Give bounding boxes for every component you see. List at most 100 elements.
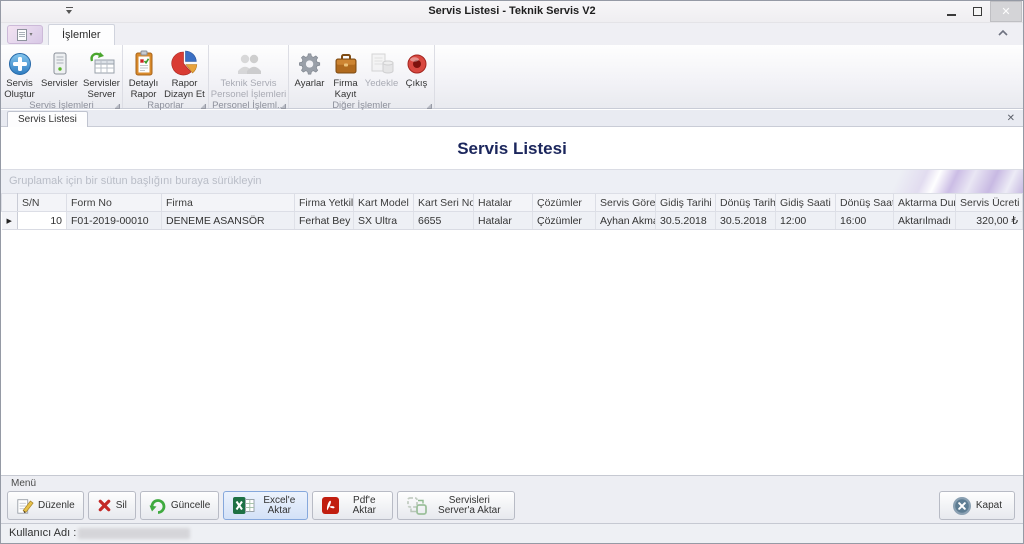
sil-button[interactable]: Sil [88, 491, 136, 520]
quick-access-dropdown-icon[interactable] [65, 6, 75, 16]
dialog-launcher-icon[interactable] [281, 104, 286, 109]
restore-icon [973, 7, 982, 16]
refresh-icon [149, 498, 167, 514]
pdfe-aktar-button[interactable]: Pdf'e Aktar [312, 491, 393, 520]
ribbon-tab-bar: ▾ İşlemler [1, 23, 1023, 45]
column-header-sn[interactable]: S/N [18, 194, 67, 212]
ribbon-group-diger-islemler: Ayarlar Firma Kayıt [289, 45, 435, 108]
app-window: Servis Listesi - Teknik Servis V2 ✕ ▾ İş… [0, 0, 1024, 544]
ribbon-collapse-icon[interactable] [997, 29, 1009, 37]
exit-icon [405, 52, 429, 76]
cell-kart-model[interactable]: SX Ultra [354, 212, 414, 230]
page-title: Servis Listesi [1, 139, 1023, 159]
kapat-close-icon [952, 496, 972, 516]
teknik-servis-personel-button: Teknik Servis Personel İşlemleri [211, 47, 287, 100]
server-table-icon [88, 51, 116, 77]
service-grid: Gruplamak için bir sütun başlığını buray… [1, 169, 1023, 230]
ribbon: Servis Oluştur Servisler [1, 45, 1023, 109]
kapat-button[interactable]: Kapat [939, 491, 1015, 520]
cell-servis-ucreti[interactable]: 320,00 ₺ [956, 212, 1023, 230]
briefcase-icon [333, 51, 359, 77]
edit-pencil-icon [16, 497, 34, 515]
document-close-icon[interactable]: ✕ [1007, 112, 1015, 125]
backup-icon [368, 51, 396, 77]
restore-button[interactable] [964, 1, 990, 22]
cell-hatalar[interactable]: Hatalar [474, 212, 533, 230]
gear-icon [297, 51, 323, 77]
cell-firma[interactable]: DENEME ASANSÖR [162, 212, 295, 230]
titlebar: Servis Listesi - Teknik Servis V2 ✕ [1, 1, 1023, 23]
dialog-launcher-icon[interactable] [201, 104, 206, 109]
cell-kart-seri-no[interactable]: 6655 [414, 212, 474, 230]
duzenle-button[interactable]: Düzenle [7, 491, 84, 520]
cell-aktarma-durumu[interactable]: Aktarılmadı [894, 212, 956, 230]
menu-group-label: Menü [11, 478, 36, 489]
status-bar: Kullanıcı Adı : [1, 523, 1023, 543]
column-header-servis-ucreti[interactable]: Servis Ücreti [956, 194, 1023, 212]
cikis-button[interactable]: Çıkış [401, 47, 433, 90]
servisler-server-button[interactable]: Servisler Server [81, 47, 123, 100]
cell-donus-saati[interactable]: 16:00 [836, 212, 894, 230]
content-area: Servis Listesi Gruplamak için bir sütun … [1, 127, 1023, 475]
detayli-rapor-button[interactable]: Detaylı Rapor [125, 47, 163, 100]
column-header-cozumler[interactable]: Çözümler [533, 194, 596, 212]
cell-gidis-tarihi[interactable]: 30.5.2018 [656, 212, 716, 230]
ribbon-group-personel: Teknik Servis Personel İşlemleri Persone… [209, 45, 289, 108]
servisleri-servera-aktar-button[interactable]: Servisleri Server'a Aktar [397, 491, 515, 520]
app-menu-icon [17, 29, 27, 41]
column-header-hatalar[interactable]: Hatalar [474, 194, 533, 212]
yedekle-button: Yedekle [363, 47, 401, 90]
pdf-icon [321, 496, 340, 515]
column-header-gidis-saati[interactable]: Gidiş Saati [776, 194, 836, 212]
ribbon-group-servis-islemleri: Servis Oluştur Servisler [1, 45, 123, 108]
servisler-button[interactable]: Servisler [39, 47, 81, 90]
cell-sn[interactable]: 10 [18, 212, 67, 230]
table-row[interactable]: ▶ 10 F01-2019-00010 DENEME ASANSÖR Ferha… [2, 212, 1023, 230]
excel-icon [232, 496, 255, 515]
column-header-form-no[interactable]: Form No [67, 194, 162, 212]
add-circle-icon [7, 51, 33, 77]
cell-firma-yetkilisi[interactable]: Ferhat Bey [295, 212, 354, 230]
dialog-launcher-icon[interactable] [427, 104, 432, 109]
column-header-kart-seri-no[interactable]: Kart Seri No [414, 194, 474, 212]
application-menu-button[interactable]: ▾ [7, 25, 43, 44]
cell-servis-gorevlisi[interactable]: Ayhan Akman [596, 212, 656, 230]
server-transfer-icon [406, 496, 428, 516]
delete-x-icon [97, 498, 112, 513]
column-header-aktarma-durumu[interactable]: Aktarma Dur... [894, 194, 956, 212]
chevron-down-icon: ▾ [29, 31, 32, 38]
guncelle-button[interactable]: Güncelle [140, 491, 219, 520]
cell-cozumler[interactable]: Çözümler [533, 212, 596, 230]
footer-panel: Menü Düzenle Sil [1, 475, 1023, 523]
excele-aktar-button[interactable]: Excel'e Aktar [223, 491, 308, 520]
column-header-donus-tarihi[interactable]: Dönüş Tarihi [716, 194, 776, 212]
column-header-donus-saati[interactable]: Dönüş Saati [836, 194, 894, 212]
servis-olustur-button[interactable]: Servis Oluştur [1, 47, 39, 100]
row-indicator-icon: ▶ [2, 212, 18, 230]
firma-kayit-button[interactable]: Firma Kayıt [329, 47, 363, 100]
column-header-servis-gorevlisi[interactable]: Servis Görevlisi [596, 194, 656, 212]
column-header-firma-yetkilisi[interactable]: Firma Yetkilisi [295, 194, 354, 212]
column-header-firma[interactable]: Firma [162, 194, 295, 212]
minimize-button[interactable] [938, 1, 964, 22]
cell-form-no[interactable]: F01-2019-00010 [67, 212, 162, 230]
ribbon-group-raporlar: Detaylı Rapor Rapor Dizayn Et Raporlar [123, 45, 209, 108]
close-button[interactable]: ✕ [990, 1, 1022, 22]
document-tab-bar: Servis Listesi ✕ [1, 110, 1023, 127]
cell-donus-tarihi[interactable]: 30.5.2018 [716, 212, 776, 230]
server-icon [48, 51, 72, 77]
pie-chart-icon [171, 50, 198, 77]
cell-gidis-saati[interactable]: 12:00 [776, 212, 836, 230]
tab-islemler[interactable]: İşlemler [48, 24, 115, 45]
row-indicator-header [2, 194, 18, 212]
group-by-panel[interactable]: Gruplamak için bir sütun başlığını buray… [1, 169, 1023, 193]
column-header-gidis-tarihi[interactable]: Gidiş Tarihi [656, 194, 716, 212]
column-header-kart-model[interactable]: Kart Model [354, 194, 414, 212]
clipboard-report-icon [132, 50, 156, 77]
header-row: S/N Form No Firma Firma Yetkilisi Kart M… [2, 194, 1023, 212]
dialog-launcher-icon[interactable] [115, 104, 120, 109]
rapor-dizayn-button[interactable]: Rapor Dizayn Et [163, 47, 207, 100]
ayarlar-button[interactable]: Ayarlar [291, 47, 329, 90]
people-icon [234, 51, 264, 77]
tab-servis-listesi[interactable]: Servis Listesi [7, 111, 88, 128]
